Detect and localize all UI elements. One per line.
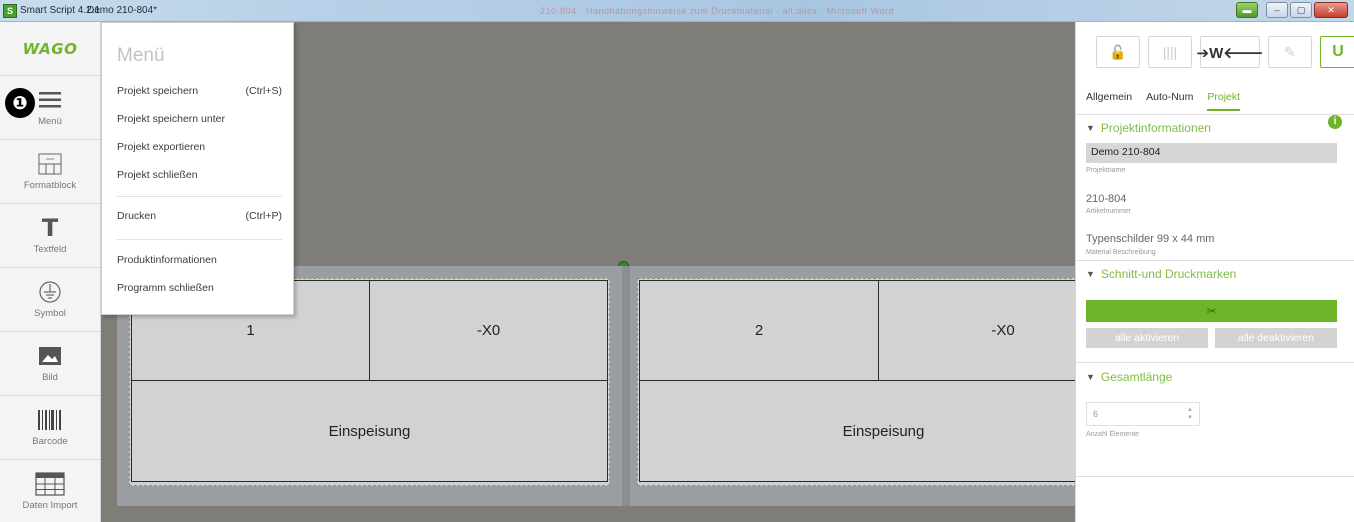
section-projektinformationen-header[interactable]: ▼ Projektinformationen — [1086, 121, 1211, 135]
menu-item-projekt-speichern-unter[interactable]: Projekt speichern unter — [117, 113, 282, 125]
menu-item-projekt-exportieren[interactable]: Projekt exportieren — [117, 141, 282, 153]
menu-divider — [117, 196, 282, 197]
menu-title: Menü — [117, 45, 165, 66]
menu-item-projekt-schliessen[interactable]: Projekt schließen — [117, 169, 282, 181]
close-button[interactable]: ✕ — [1314, 2, 1348, 18]
extra-window-button[interactable]: ▬ — [1236, 2, 1258, 18]
direction-arrows-icon: ➔W🡐 — [1196, 44, 1264, 62]
bild-label: Bild — [42, 372, 58, 383]
label-number-cell[interactable]: 2 — [639, 280, 879, 381]
article-number-field[interactable]: 210-804 — [1086, 193, 1126, 205]
barcode-icon — [37, 408, 63, 432]
label-code-cell[interactable]: -X0 — [369, 280, 608, 381]
label-separator — [622, 266, 630, 506]
direction-button[interactable]: ➔W🡐 — [1197, 36, 1263, 68]
app-icon: S — [3, 4, 17, 18]
daten-import-label: Daten Import — [22, 500, 78, 511]
element-count-stepper[interactable]: 6 ▲ ▼ — [1086, 402, 1200, 426]
stepper-arrows-icon[interactable]: ▲ ▼ — [1187, 406, 1193, 422]
menu-item-projekt-speichern[interactable]: Projekt speichern (Ctrl+S) — [117, 85, 282, 97]
textfeld-label: Textfeld — [33, 244, 67, 255]
info-icon[interactable]: i — [1328, 115, 1342, 129]
columns-icon: |||| — [1162, 44, 1178, 60]
wand-button[interactable]: ✎ — [1268, 36, 1312, 68]
article-number-caption: Artikelnummer — [1086, 208, 1132, 215]
section-divider — [1076, 362, 1354, 363]
document-title: Demo 210-804* — [87, 5, 158, 16]
chevron-down-icon: ▼ — [1086, 269, 1095, 279]
section-schnitt-header[interactable]: ▼ Schnitt-und Druckmarken — [1086, 267, 1236, 281]
project-name-field[interactable]: Demo 210-804 — [1086, 143, 1337, 163]
menu-divider — [117, 239, 282, 240]
symbol-button[interactable]: Symbol — [0, 268, 100, 332]
cut-marks-button[interactable]: ✂ — [1086, 300, 1337, 322]
section-divider — [1076, 260, 1354, 261]
menu-item-drucken[interactable]: Drucken (Ctrl+P) — [117, 210, 282, 222]
chevron-down-icon: ▼ — [1086, 372, 1095, 382]
tab-auto-num[interactable]: Auto-Num — [1146, 91, 1193, 111]
tab-projekt[interactable]: Projekt — [1207, 91, 1241, 111]
table-import-icon — [35, 472, 65, 496]
unlock-icon: 🔓 — [1109, 43, 1127, 60]
annotation-marker: ❶ — [5, 88, 35, 118]
columns-button[interactable]: |||| — [1148, 36, 1192, 68]
wago-logo: WAGO — [0, 22, 100, 76]
hamburger-icon — [39, 88, 61, 112]
window-controls: ▬ – ▢ ✕ — [1236, 2, 1348, 18]
magic-wand-icon: ✎ — [1284, 43, 1296, 60]
formatblock-button[interactable]: Formatblock — [0, 140, 100, 204]
panel-toolbar: 🔓 |||| ➔W🡐 ✎ U — [1096, 36, 1354, 68]
maximize-button[interactable]: ▢ — [1290, 2, 1312, 18]
deactivate-all-button[interactable]: alle deaktivieren — [1215, 328, 1337, 348]
label-text-cell[interactable]: Einspeisung — [131, 380, 608, 482]
scissors-icon: ✂ — [1206, 304, 1217, 318]
menu-item-produktinformationen[interactable]: Produktinformationen — [117, 254, 282, 266]
image-icon — [39, 344, 61, 368]
material-caption: Material Beschreibung — [1086, 249, 1156, 256]
tab-underline — [1076, 114, 1354, 115]
background-window-title: 210-804 · Handhabungshinweise zum Druckm… — [540, 6, 894, 16]
panel-tabs: Allgemein Auto-Num Projekt — [1086, 91, 1241, 111]
main-menu-dropdown: Menü Projekt speichern (Ctrl+S) Projekt s… — [101, 22, 294, 315]
daten-import-button[interactable]: Daten Import — [0, 460, 100, 522]
chevron-down-icon: ▼ — [1086, 123, 1095, 133]
element-count-caption: Anzahl Elemente — [1086, 431, 1139, 438]
barcode-button[interactable]: Barcode — [0, 396, 100, 460]
formatblock-label: Formatblock — [23, 180, 77, 191]
tab-allgemein[interactable]: Allgemein — [1086, 91, 1132, 111]
barcode-label: Barcode — [32, 436, 68, 447]
material-field[interactable]: Typenschilder 99 x 44 mm — [1086, 233, 1214, 245]
section-divider — [1076, 476, 1354, 477]
properties-panel: 🔓 |||| ➔W🡐 ✎ U Allgemein Auto-Num Projek… — [1075, 22, 1354, 522]
menu-button-label: Menü — [38, 116, 62, 127]
lock-button[interactable]: 🔓 — [1096, 36, 1140, 68]
bild-button[interactable]: Bild — [0, 332, 100, 396]
label-block[interactable]: 2 -X0 Einspeisung — [637, 278, 1128, 486]
activate-all-button[interactable]: alle aktivieren — [1086, 328, 1208, 348]
magnet-icon: U — [1332, 43, 1344, 60]
minimize-button[interactable]: – — [1266, 2, 1288, 18]
section-gesamtlaenge-header[interactable]: ▼ Gesamtlänge — [1086, 370, 1172, 384]
project-name-caption: Projektname — [1086, 167, 1126, 174]
magnet-button[interactable]: U — [1320, 36, 1354, 68]
label-text-cell[interactable]: Einspeisung — [639, 380, 1128, 482]
title-bar: S Smart Script 4.2.1 Demo 210-804* 210-8… — [0, 0, 1354, 22]
text-icon: T — [41, 214, 59, 242]
menu-item-programm-schliessen[interactable]: Programm schließen — [117, 282, 282, 294]
symbol-label: Symbol — [34, 308, 66, 319]
ground-symbol-icon — [38, 280, 62, 304]
textfeld-button[interactable]: T Textfeld — [0, 204, 100, 268]
format-block-icon — [38, 152, 62, 176]
